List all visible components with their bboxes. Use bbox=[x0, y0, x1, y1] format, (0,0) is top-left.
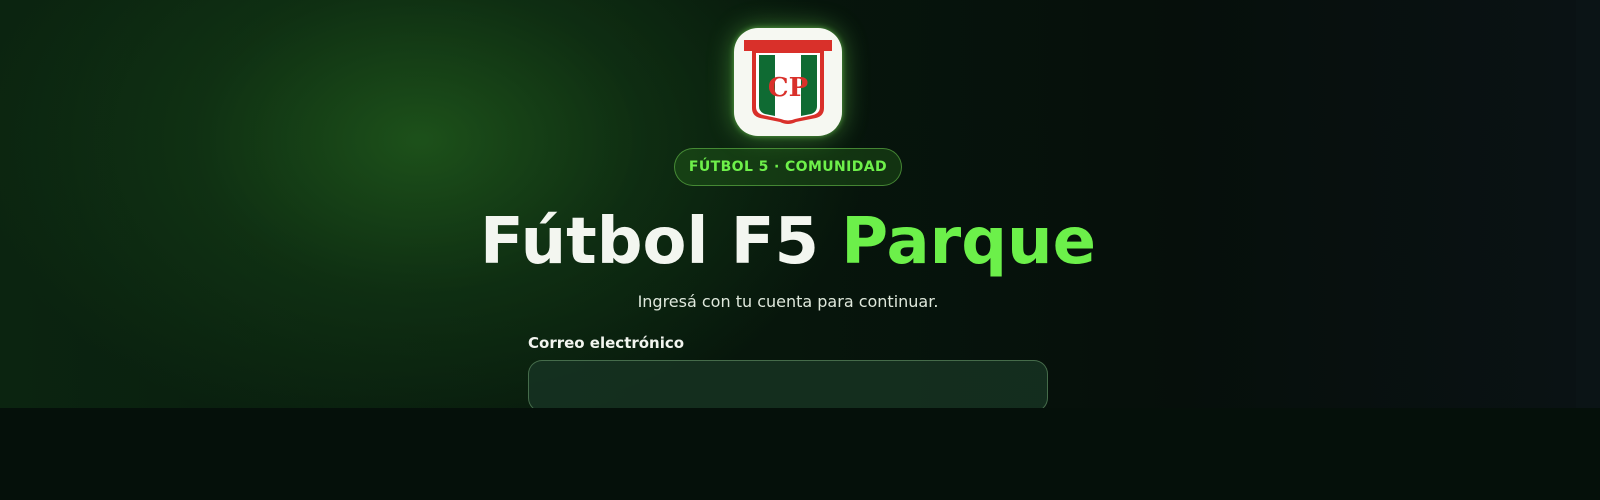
page-subtitle: Ingresá con tu cuenta para continuar. bbox=[637, 292, 939, 311]
club-shield-icon: CP bbox=[744, 40, 832, 124]
svg-text:CP: CP bbox=[768, 73, 808, 103]
login-page: CP FÚTBOL 5 · COMUNIDAD Fútbol F5 Parque… bbox=[0, 0, 1576, 408]
page-title: Fútbol F5 Parque bbox=[0, 200, 1576, 284]
bottom-area bbox=[0, 408, 1600, 500]
page-title-main: Fútbol F5 bbox=[480, 205, 819, 279]
page-scrollbar[interactable] bbox=[1576, 0, 1600, 408]
club-logo: CP bbox=[734, 28, 842, 136]
email-label: Correo electrónico bbox=[528, 334, 685, 352]
category-badge: FÚTBOL 5 · COMUNIDAD bbox=[674, 148, 902, 186]
email-field[interactable] bbox=[528, 360, 1048, 408]
page-title-accent: Parque bbox=[841, 205, 1096, 279]
